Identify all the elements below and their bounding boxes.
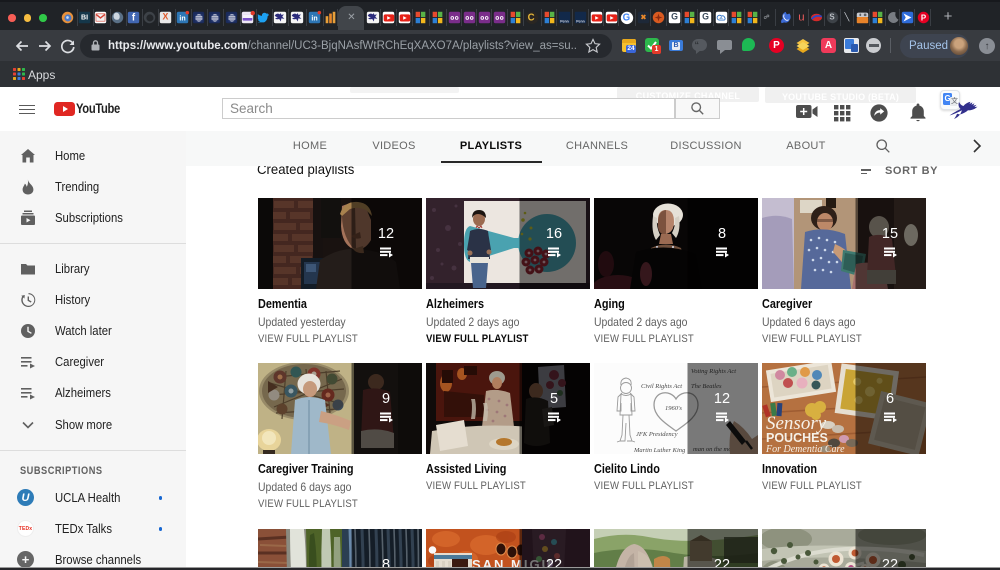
svg-text:JFK Presidency: JFK Presidency xyxy=(636,431,678,438)
svg-text:Martin Luther King: Martin Luther King xyxy=(633,447,686,454)
svg-text:15: 15 xyxy=(881,226,897,242)
svg-text:POUCHES: POUCHES xyxy=(766,431,828,445)
svg-text:Civil Rights Act: Civil Rights Act xyxy=(641,383,682,390)
svg-text:16: 16 xyxy=(545,226,561,242)
svg-text:5: 5 xyxy=(549,391,557,407)
svg-text:6: 6 xyxy=(885,391,893,407)
svg-text:8: 8 xyxy=(717,226,725,242)
svg-text:1960's: 1960's xyxy=(665,405,682,412)
svg-text:12: 12 xyxy=(713,391,729,407)
svg-text:9: 9 xyxy=(381,391,389,407)
svg-text:12: 12 xyxy=(377,226,393,242)
svg-text:For Dementia Care: For Dementia Care xyxy=(765,444,845,454)
